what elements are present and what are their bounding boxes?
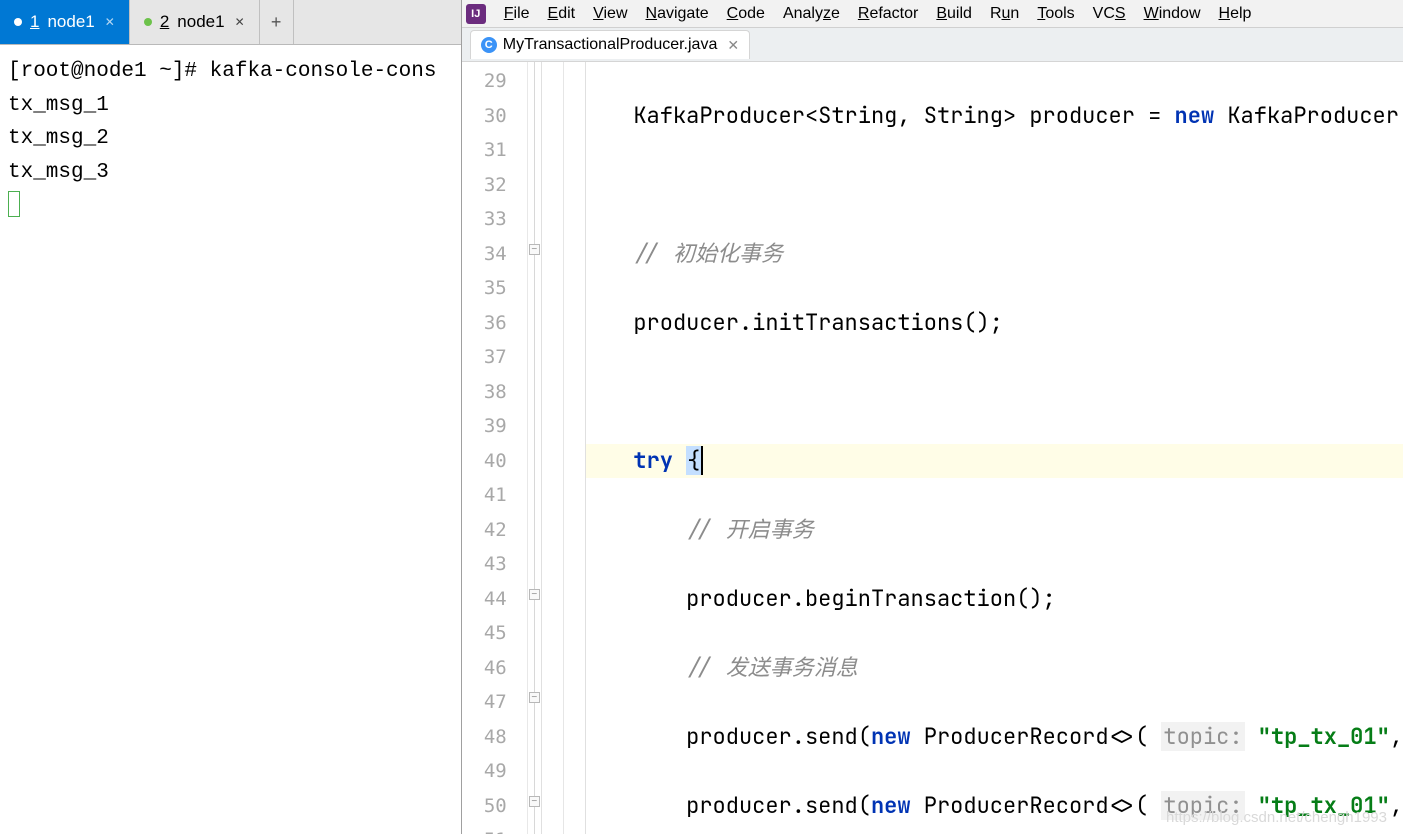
menu-window[interactable]: Window xyxy=(1136,3,1209,25)
menu-code[interactable]: Code xyxy=(719,3,773,25)
tab-number: 1 xyxy=(30,12,39,32)
code-text: ProducerRecord<>( xyxy=(911,791,1162,820)
tab-label: node1 xyxy=(47,12,94,32)
keyword: new xyxy=(1175,101,1215,130)
fold-collapse-icon[interactable]: − xyxy=(529,244,540,255)
close-icon[interactable]: ✕ xyxy=(727,37,739,54)
keyword: try xyxy=(633,446,673,475)
code-text: producer.beginTransaction(); xyxy=(686,584,1056,613)
menu-build[interactable]: Build xyxy=(928,3,980,25)
code-text: KafkaProducer xyxy=(1214,101,1399,130)
keyword: new xyxy=(871,722,911,751)
indent-guide xyxy=(542,62,586,834)
java-class-icon: C xyxy=(481,37,497,53)
menu-analyze[interactable]: Analyze xyxy=(775,3,848,25)
add-tab-button[interactable]: + xyxy=(260,0,294,44)
menu-run[interactable]: Run xyxy=(982,3,1027,25)
fold-expand-icon[interactable]: − xyxy=(529,796,540,807)
comment: // 初始化事务 xyxy=(633,239,783,268)
param-hint: topic: xyxy=(1161,722,1244,751)
comment: // 开启事务 xyxy=(686,515,814,544)
menu-file[interactable]: File xyxy=(496,3,538,25)
file-tab-label: MyTransactionalProducer.java xyxy=(503,36,718,54)
tab-number: 2 xyxy=(160,12,169,32)
ide-pane: IJ File Edit View Navigate Code Analyze … xyxy=(462,0,1403,834)
fold-collapse-icon[interactable]: − xyxy=(529,589,540,600)
menu-tools[interactable]: Tools xyxy=(1029,3,1082,25)
fold-collapse-icon[interactable]: − xyxy=(529,692,540,703)
terminal-tab-2[interactable]: 2 node1 ✕ xyxy=(130,0,260,44)
terminal-tab-1[interactable]: 1 node1 ✕ xyxy=(0,0,130,44)
terminal-pane: 1 node1 ✕ 2 node1 ✕ + [root@node1 ~]# ka… xyxy=(0,0,462,834)
menu-vcs[interactable]: VCS xyxy=(1085,3,1134,25)
code-text: KafkaProducer<String, String> producer = xyxy=(633,101,1174,130)
code-text: producer.send( xyxy=(686,791,871,820)
caret xyxy=(701,446,703,475)
menu-edit[interactable]: Edit xyxy=(540,3,584,25)
keyword: new xyxy=(871,791,911,820)
prompt-line: [root@node1 ~]# kafka-console-cons xyxy=(8,60,436,83)
string-literal: "tp_tx_01" xyxy=(1258,722,1390,751)
code-text: , xyxy=(1390,722,1403,751)
close-icon[interactable]: ✕ xyxy=(105,15,115,29)
code-text: producer.send( xyxy=(686,722,871,751)
comment: // 发送事务消息 xyxy=(686,653,858,682)
editor-tab[interactable]: C MyTransactionalProducer.java ✕ xyxy=(470,30,750,59)
menu-help[interactable]: Help xyxy=(1211,3,1260,25)
line-gutter: 2930313233343536373839404142434445464748… xyxy=(462,62,528,834)
close-icon[interactable]: ✕ xyxy=(235,15,245,29)
fold-strip: − − − − xyxy=(528,62,542,834)
editor-area[interactable]: 2930313233343536373839404142434445464748… xyxy=(462,62,1403,834)
code-text: producer.initTransactions(); xyxy=(633,308,1003,337)
output-line: tx_msg_1 xyxy=(8,94,109,117)
string-literal: "tp_tx_01" xyxy=(1258,791,1390,820)
output-line: tx_msg_2 xyxy=(8,127,109,150)
code-text: ProducerRecord<>( xyxy=(911,722,1162,751)
terminal-cursor xyxy=(8,191,20,217)
terminal-output[interactable]: [root@node1 ~]# kafka-console-cons tx_ms… xyxy=(0,45,461,834)
editor-tab-bar: C MyTransactionalProducer.java ✕ xyxy=(462,28,1403,62)
output-line: tx_msg_3 xyxy=(8,161,109,184)
param-hint: topic: xyxy=(1161,791,1244,820)
code-content[interactable]: KafkaProducer<String, String> producer =… xyxy=(586,62,1403,834)
tab-label: node1 xyxy=(177,12,224,32)
menu-view[interactable]: View xyxy=(585,3,635,25)
menu-refactor[interactable]: Refactor xyxy=(850,3,926,25)
menu-bar: IJ File Edit View Navigate Code Analyze … xyxy=(462,0,1403,28)
menu-navigate[interactable]: Navigate xyxy=(638,3,717,25)
code-text: , xyxy=(1390,791,1403,820)
brace: { xyxy=(686,446,701,475)
app-icon: IJ xyxy=(466,4,486,24)
terminal-tab-bar: 1 node1 ✕ 2 node1 ✕ + xyxy=(0,0,461,45)
status-dot-icon xyxy=(14,18,22,26)
status-dot-icon xyxy=(144,18,152,26)
